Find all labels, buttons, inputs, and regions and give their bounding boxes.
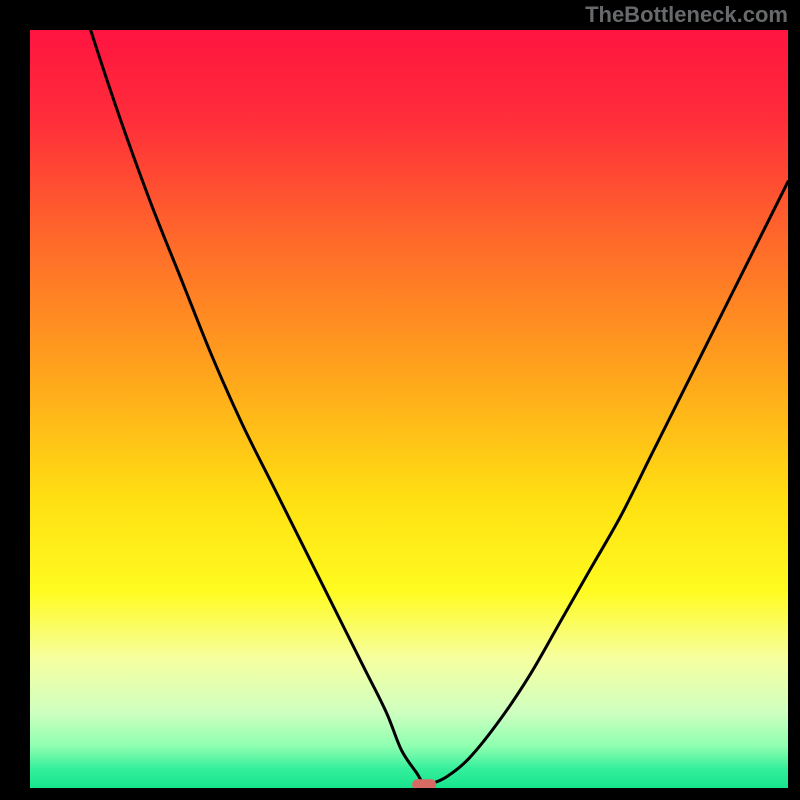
chart-svg bbox=[30, 30, 788, 788]
chart-frame: TheBottleneck.com bbox=[0, 0, 800, 800]
watermark-text: TheBottleneck.com bbox=[585, 2, 788, 28]
plot-area bbox=[30, 30, 788, 788]
optimum-marker bbox=[412, 779, 436, 788]
